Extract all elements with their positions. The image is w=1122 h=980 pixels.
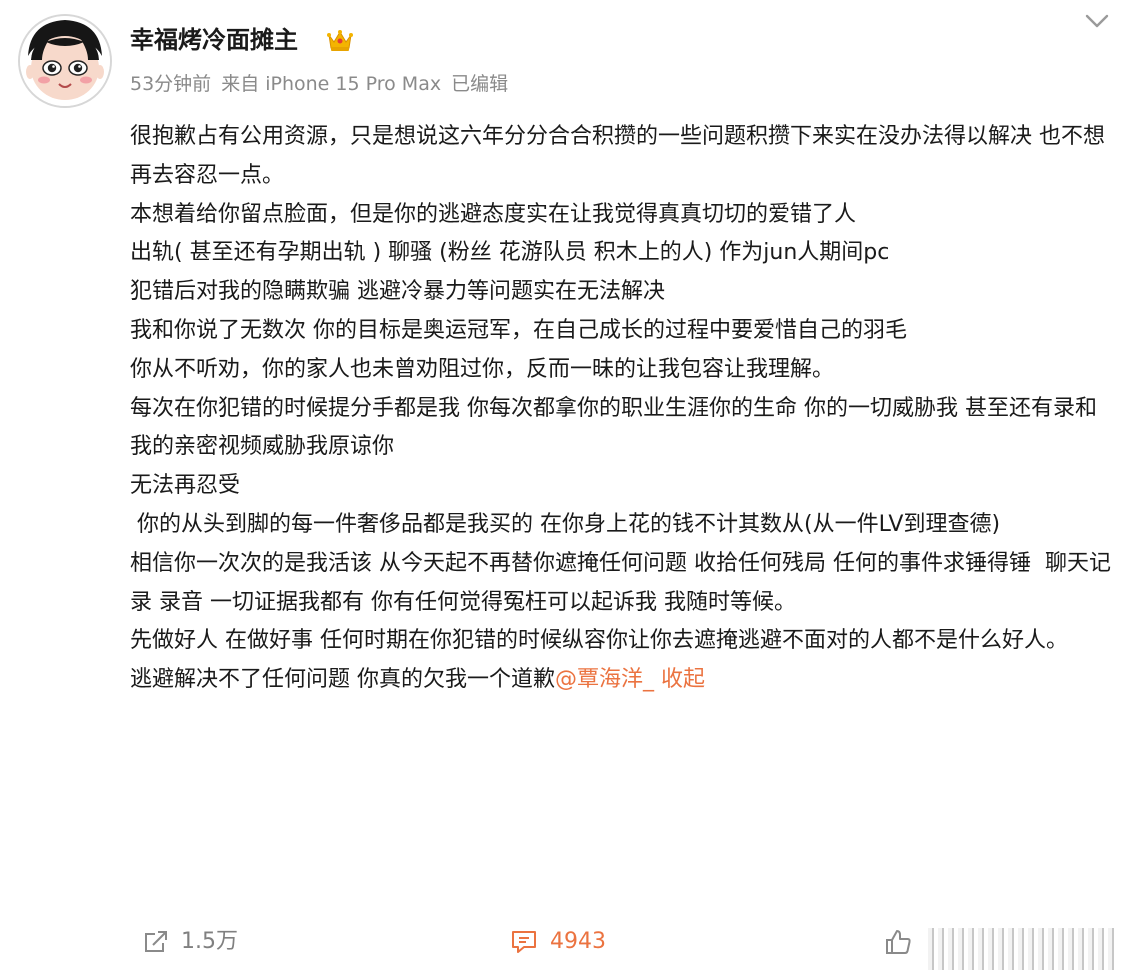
- edited-label[interactable]: 已编辑: [451, 73, 508, 95]
- mention-link[interactable]: @覃海洋_: [555, 667, 654, 692]
- post-paragraph: 你从不听劝，你的家人也未曾劝阻过你，反而一昧的让我包容让我理解。: [130, 356, 835, 382]
- post-paragraph: 先做好人 在做好事 任何时期在你犯错的时候纵容你让你去遮掩逃避不面对的人都不是什…: [130, 628, 1068, 654]
- avatar[interactable]: [18, 14, 112, 108]
- post-text: 很抱歉占有公用资源，只是想说这六年分分合合积攒的一些问题积攒下来实在没办法得以解…: [130, 118, 1112, 700]
- post-paragraph: 本想着给你留点脸面，但是你的逃避态度实在让我觉得真真切切的爱错了人: [130, 201, 857, 227]
- author-name[interactable]: 幸福烤冷面摊主: [130, 22, 298, 58]
- comment-button[interactable]: 4943: [510, 920, 606, 964]
- post-time[interactable]: 53分钟前: [130, 73, 211, 95]
- post-last-line-text: 逃避解决不了任何问题 你真的欠我一个道歉: [130, 667, 555, 693]
- weibo-post: 幸福烤冷面摊主 53分钟前 来自 iPhone 15 Pro Max 已编辑 很抱歉…: [0, 0, 1122, 980]
- comment-icon: [512, 931, 536, 953]
- post-source: 来自 iPhone 15 Pro Max: [221, 73, 442, 95]
- chevron-down-icon[interactable]: [1084, 10, 1110, 32]
- post-paragraph: 无法再忍受: [130, 473, 241, 499]
- collapse-link[interactable]: 收起: [661, 667, 705, 692]
- post-paragraph: 你的从头到脚的每一件奢侈品都是我买的 在你身上花的钱不计其数从(从一件LV到理查…: [130, 511, 1001, 537]
- post-meta: 53分钟前 来自 iPhone 15 Pro Max 已编辑: [130, 70, 518, 98]
- comment-count: 4943: [550, 929, 606, 954]
- share-icon: [145, 931, 167, 952]
- post-paragraph: 我和你说了无数次 你的目标是奥运冠军，在自己成长的过程中要爱惜自己的羽毛: [130, 317, 907, 343]
- post-paragraph: 出轨( 甚至还有孕期出轨 ) 聊骚 (粉丝 花游队员 积木上的人) 作为jun人…: [130, 240, 890, 266]
- crown-icon: [327, 30, 353, 51]
- like-button[interactable]: [884, 920, 912, 964]
- post-paragraph: 每次在你犯错的时候提分手都是我 你每次都拿你的职业生涯你的生命 你的一切威胁我 …: [130, 395, 1097, 460]
- redacted-overlay: [928, 928, 1114, 970]
- post-paragraph: 相信你一次次的是我活该 从今天起不再替你遮掩任何问题 收拾任何残局 任何的事件求…: [130, 550, 1111, 615]
- avatar-cartoon-face-icon: [20, 16, 110, 106]
- thumbs-up-icon: [886, 930, 911, 954]
- repost-button[interactable]: 1.5万: [143, 920, 238, 964]
- post-last-line: 逃避解决不了任何问题 你真的欠我一个道歉@覃海洋_ 收起: [130, 661, 1112, 700]
- repost-count: 1.5万: [181, 929, 238, 954]
- post-paragraph: 犯错后对我的隐瞒欺骗 逃避冷暴力等问题实在无法解决: [130, 279, 665, 305]
- post-paragraph: 很抱歉占有公用资源，只是想说这六年分分合合积攒的一些问题积攒下来实在没办法得以解…: [130, 124, 1105, 188]
